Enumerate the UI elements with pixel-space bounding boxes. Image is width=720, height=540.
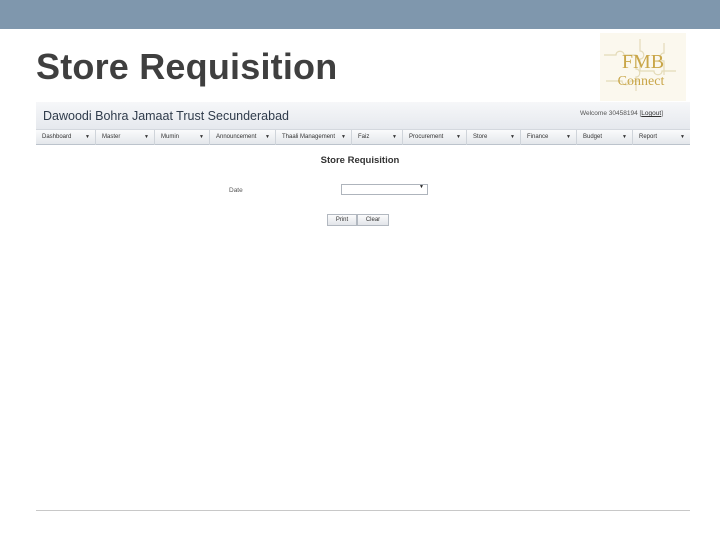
main-navbar: Dashboard ▼ Master ▼ Mumin ▼ Announcement ▼ … <box>36 130 690 145</box>
logo-text-connect: Connect <box>618 74 665 89</box>
nav-item-announcement[interactable]: Announcement ▼ <box>210 130 276 145</box>
fmb-connect-logo: FMB Connect <box>600 33 686 101</box>
clear-button[interactable]: Clear <box>357 214 389 226</box>
dropdown-caret-icon: ▼ <box>680 134 685 140</box>
nav-label: Faiz <box>358 134 370 140</box>
footer-divider <box>36 510 690 511</box>
nav-item-master[interactable]: Master ▼ <box>96 130 155 145</box>
nav-item-dashboard[interactable]: Dashboard ▼ <box>36 130 96 145</box>
nav-label: Finance <box>527 134 549 140</box>
dropdown-caret-icon: ▼ <box>566 134 571 140</box>
dropdown-caret-icon: ▼ <box>341 134 346 140</box>
nav-item-store[interactable]: Store ▼ <box>467 130 521 145</box>
dropdown-caret-icon: ▼ <box>510 134 515 140</box>
dropdown-caret-icon: ▼ <box>199 134 204 140</box>
nav-item-budget[interactable]: Budget ▼ <box>577 130 633 145</box>
fmb-connect-logo-graphic: FMB Connect <box>600 33 686 101</box>
dropdown-caret-icon: ▼ <box>456 134 461 140</box>
nav-label: Mumin <box>161 134 180 140</box>
nav-item-faiz[interactable]: Faiz ▼ <box>352 130 403 145</box>
nav-label: Dashboard <box>42 134 72 140</box>
logo-text-fmb: FMB <box>622 51 664 73</box>
welcome-user: Welcome 30458194 [ <box>579 110 642 117</box>
print-button[interactable]: Print <box>327 214 357 226</box>
nav-item-report[interactable]: Report ▼ <box>633 130 690 145</box>
app-title: Dawoodi Bohra Jamaat Trust Secunderabad <box>43 109 289 123</box>
nav-label: Thaali Management <box>282 134 336 140</box>
app-header: Dawoodi Bohra Jamaat Trust Secunderabad … <box>36 102 690 130</box>
dropdown-caret-icon: ▼ <box>419 184 424 190</box>
dropdown-caret-icon: ▼ <box>392 134 397 140</box>
nav-label: Procurement <box>409 134 444 140</box>
nav-item-mumin[interactable]: Mumin ▼ <box>155 130 210 145</box>
nav-item-procurement[interactable]: Procurement ▼ <box>403 130 467 145</box>
dropdown-caret-icon: ▼ <box>85 134 90 140</box>
nav-label: Announcement <box>216 134 257 140</box>
logout-link[interactable]: Logout <box>641 110 661 117</box>
dropdown-caret-icon: ▼ <box>144 134 149 140</box>
nav-label: Store <box>473 134 488 140</box>
date-select[interactable]: ▼ <box>341 184 428 195</box>
nav-item-finance[interactable]: Finance ▼ <box>521 130 577 145</box>
nav-item-thaali-management[interactable]: Thaali Management ▼ <box>276 130 352 145</box>
nav-label: Master <box>102 134 121 140</box>
slide-title: Store Requisition <box>36 46 338 87</box>
welcome-bracket: ] <box>661 110 663 117</box>
dropdown-caret-icon: ▼ <box>265 134 270 140</box>
nav-label: Budget <box>583 134 603 140</box>
dropdown-caret-icon: ▼ <box>622 134 627 140</box>
form-title: Store Requisition <box>320 155 400 166</box>
nav-label: Report <box>639 134 658 140</box>
welcome-text: Welcome 30458194 [Logout] <box>580 110 663 117</box>
top-band <box>0 0 720 29</box>
date-label: Date <box>229 187 243 194</box>
